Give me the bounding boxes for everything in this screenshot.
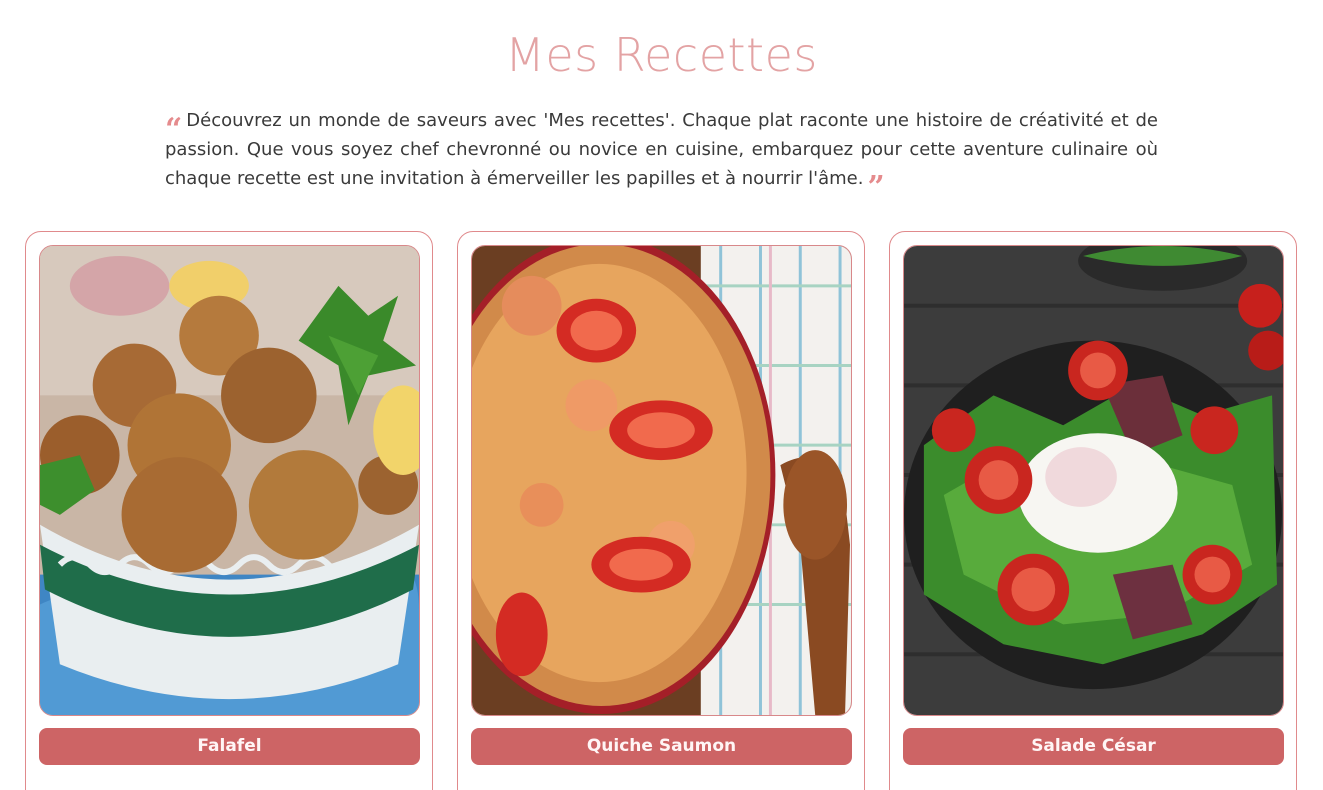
salade-cesar-photo[interactable] [903, 245, 1284, 716]
page-title: Mes Recettes [505, 28, 818, 82]
recipe-button-falafel[interactable]: Falafel [39, 728, 420, 765]
quiche-saumon-photo[interactable] [471, 245, 852, 716]
recipe-card-salade-cesar[interactable]: Salade César [889, 231, 1297, 790]
recipe-card-falafel[interactable]: Falafel [25, 231, 433, 790]
recipe-button-quiche-saumon[interactable]: Quiche Saumon [471, 728, 852, 765]
recipe-button-salade-cesar[interactable]: Salade César [903, 728, 1284, 765]
quote-close-icon: ” [867, 170, 885, 205]
quote-open-icon: “ [165, 112, 183, 147]
falafel-photo[interactable] [39, 245, 420, 716]
intro-body: Découvrez un monde de saveurs avec 'Mes … [165, 110, 1158, 189]
intro-text: “Découvrez un monde de saveurs avec 'Mes… [165, 106, 1158, 203]
recipe-card-quiche-saumon[interactable]: Quiche Saumon [457, 231, 865, 790]
